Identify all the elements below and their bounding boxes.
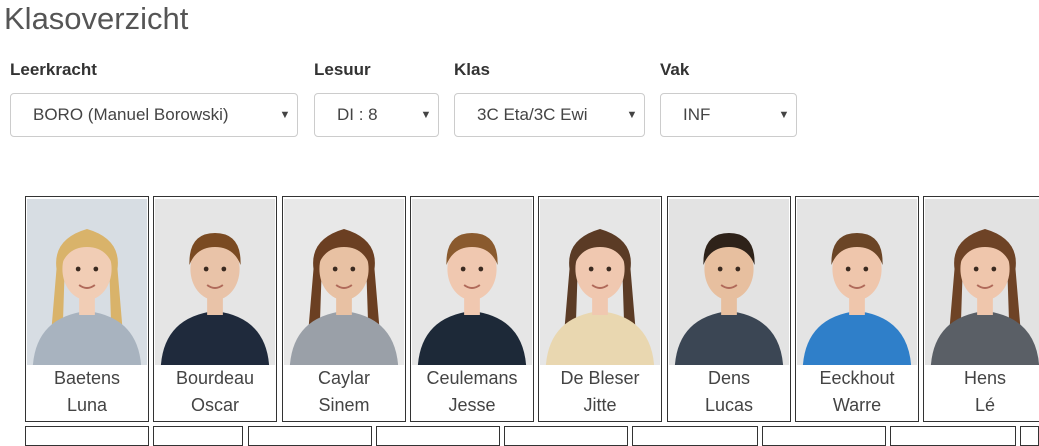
student-last-name: Baetens bbox=[53, 368, 121, 388]
student-card[interactable]: Dens Lucas bbox=[667, 196, 791, 422]
student-first-name: Lé bbox=[974, 395, 996, 415]
student-card[interactable]: Eeckhout Warre bbox=[795, 196, 919, 422]
student-photo bbox=[669, 199, 789, 365]
student-card-row2[interactable] bbox=[1020, 426, 1039, 446]
student-card-row2[interactable] bbox=[248, 426, 372, 446]
student-first-name: Luna bbox=[66, 395, 108, 415]
caret-down-icon: ▼ bbox=[778, 109, 790, 121]
caret-down-icon: ▼ bbox=[626, 109, 638, 121]
student-last-name: Caylar bbox=[317, 368, 370, 388]
student-card[interactable]: Bourdeau Oscar bbox=[153, 196, 277, 422]
student-photo bbox=[412, 199, 532, 365]
student-first-name: Jesse bbox=[448, 395, 496, 415]
student-photo bbox=[540, 199, 660, 365]
student-card-row2[interactable] bbox=[504, 426, 628, 446]
student-card[interactable]: Baetens Luna bbox=[25, 196, 149, 422]
student-photo bbox=[155, 199, 275, 365]
teacher-label: Leerkracht bbox=[10, 60, 97, 79]
subject-label: Vak bbox=[660, 60, 690, 79]
student-photo bbox=[284, 199, 404, 365]
student-photo bbox=[797, 199, 917, 365]
period-label: Lesuur bbox=[314, 60, 371, 79]
caret-down-icon: ▼ bbox=[420, 109, 432, 121]
student-first-name: Jitte bbox=[583, 395, 617, 415]
student-card[interactable]: Caylar Sinem bbox=[282, 196, 406, 422]
teacher-select-value: BORO (Manuel Borowski) bbox=[33, 105, 229, 124]
class-select-value: 3C Eta/3C Ewi bbox=[477, 105, 588, 124]
student-last-name: De Bleser bbox=[560, 368, 640, 388]
student-last-name: Hens bbox=[963, 368, 1007, 388]
subject-select[interactable]: INF ▼ bbox=[660, 93, 797, 137]
student-first-name: Sinem bbox=[318, 395, 370, 415]
subject-select-value: INF bbox=[683, 105, 711, 124]
student-card-row2[interactable] bbox=[632, 426, 758, 446]
student-first-name: Lucas bbox=[704, 395, 754, 415]
student-photo bbox=[27, 199, 147, 365]
student-photo bbox=[925, 199, 1039, 365]
student-last-name: Eeckhout bbox=[819, 368, 895, 388]
student-card[interactable]: Hens Lé bbox=[923, 196, 1039, 422]
caret-down-icon: ▼ bbox=[279, 109, 291, 121]
student-last-name: Dens bbox=[707, 368, 751, 388]
student-card[interactable]: De Bleser Jitte bbox=[538, 196, 662, 422]
student-last-name: Bourdeau bbox=[175, 368, 255, 388]
class-select[interactable]: 3C Eta/3C Ewi ▼ bbox=[454, 93, 645, 137]
student-card[interactable]: Ceulemans Jesse bbox=[410, 196, 534, 422]
student-first-name: Warre bbox=[832, 395, 882, 415]
student-card-row2[interactable] bbox=[25, 426, 149, 446]
student-card-row2[interactable] bbox=[376, 426, 500, 446]
teacher-select[interactable]: BORO (Manuel Borowski) ▼ bbox=[10, 93, 298, 137]
student-card-row2[interactable] bbox=[153, 426, 243, 446]
student-card-row2[interactable] bbox=[762, 426, 886, 446]
page-title: Klasoverzicht bbox=[4, 1, 189, 36]
class-label: Klas bbox=[454, 60, 490, 79]
student-last-name: Ceulemans bbox=[426, 368, 518, 388]
student-first-name: Oscar bbox=[190, 395, 239, 415]
period-select[interactable]: DI : 8 ▼ bbox=[314, 93, 439, 137]
period-select-value: DI : 8 bbox=[337, 105, 378, 124]
student-card-row2[interactable] bbox=[890, 426, 1016, 446]
